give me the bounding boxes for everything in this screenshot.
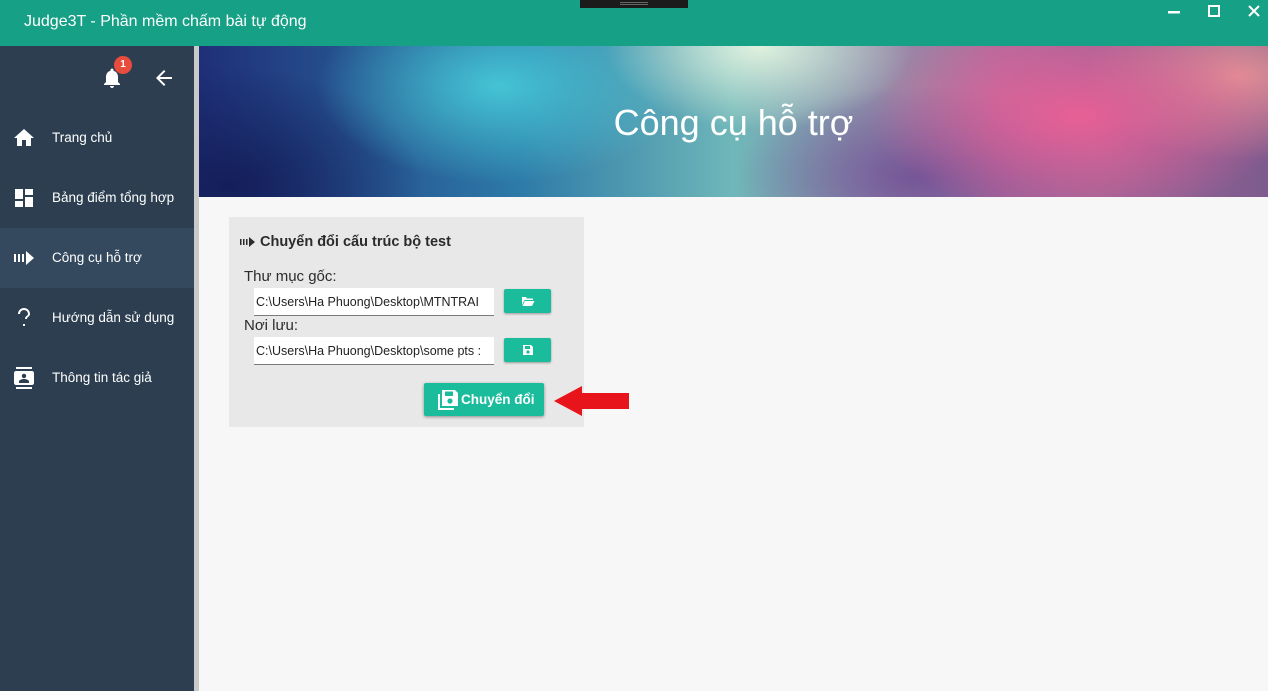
drag-handle[interactable] xyxy=(580,0,688,8)
save-copy-icon xyxy=(438,390,458,410)
save-location-input[interactable] xyxy=(254,337,494,365)
choose-save-location-button[interactable] xyxy=(504,338,551,362)
sidebar: 1 Trang chủ Bảng điểm tổng hợp Công cụ h… xyxy=(0,46,194,691)
sidebar-item-label: Bảng điểm tổng hợp xyxy=(52,190,175,205)
close-icon xyxy=(1248,5,1260,17)
minimize-button[interactable] xyxy=(1154,0,1194,22)
window-title: Judge3T - Phần mềm chấm bài tự động xyxy=(24,13,307,30)
dashboard-icon xyxy=(15,189,33,207)
notification-badge: 1 xyxy=(114,56,132,74)
home-icon xyxy=(14,129,34,146)
source-folder-label: Thư mục gốc: xyxy=(244,268,337,285)
sidebar-item-label: Trang chủ xyxy=(52,130,113,145)
folder-open-icon xyxy=(521,297,534,306)
tools-icon xyxy=(14,251,34,265)
sidebar-item-home[interactable]: Trang chủ xyxy=(0,108,194,168)
title-bar: Judge3T - Phần mềm chấm bài tự động xyxy=(0,0,1268,46)
page-title: Công cụ hỗ trợ xyxy=(613,102,854,143)
sidebar-item-help[interactable]: Hướng dẫn sử dụng xyxy=(0,288,194,348)
sidebar-item-scoreboard[interactable]: Bảng điểm tổng hợp xyxy=(0,168,194,228)
browse-folder-button[interactable] xyxy=(504,289,551,313)
panel-title: Chuyển đổi cấu trúc bộ test xyxy=(260,234,451,250)
convert-button-label: Chuyển đổi xyxy=(461,392,535,407)
sidebar-item-label: Công cụ hỗ trợ xyxy=(52,250,142,265)
annotation-arrow-icon xyxy=(554,386,629,416)
tools-icon xyxy=(240,237,255,247)
maximize-icon xyxy=(1208,5,1220,17)
sidebar-item-author[interactable]: Thông tin tác giả xyxy=(0,348,194,408)
sidebar-item-label: Hướng dẫn sử dụng xyxy=(52,310,175,325)
back-arrow-icon[interactable] xyxy=(152,66,176,90)
maximize-button[interactable] xyxy=(1194,0,1234,22)
page-banner: Công cụ hỗ trợ xyxy=(199,46,1268,197)
contact-icon xyxy=(14,367,34,389)
source-folder-input[interactable] xyxy=(254,288,494,316)
convert-button[interactable]: Chuyển đổi xyxy=(424,383,544,416)
help-icon xyxy=(18,308,30,326)
minimize-icon xyxy=(1168,11,1180,14)
save-icon xyxy=(522,345,533,355)
close-button[interactable] xyxy=(1234,0,1268,22)
convert-test-panel: Chuyển đổi cấu trúc bộ test Thư mục gốc:… xyxy=(229,217,584,427)
sidebar-item-label: Thông tin tác giả xyxy=(52,370,152,385)
sidebar-item-tools[interactable]: Công cụ hỗ trợ xyxy=(0,228,194,288)
save-location-label: Nơi lưu: xyxy=(244,317,299,334)
